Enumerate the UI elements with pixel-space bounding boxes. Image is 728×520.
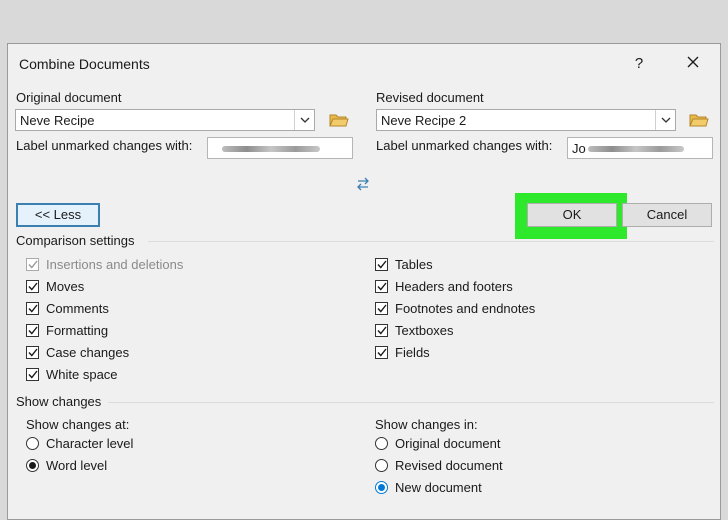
radio-label: Revised document	[395, 458, 503, 473]
checkbox-label: Tables	[395, 257, 433, 272]
checkbox-box[interactable]	[375, 346, 388, 359]
radio-button[interactable]	[375, 437, 388, 450]
checkbox-box	[26, 258, 39, 271]
checkbox-box[interactable]	[26, 368, 39, 381]
close-button[interactable]	[678, 51, 708, 77]
radio-label: Word level	[46, 458, 108, 473]
checkbox-box[interactable]	[26, 280, 39, 293]
cancel-button[interactable]: Cancel	[622, 203, 712, 227]
checkbox-box[interactable]	[375, 280, 388, 293]
checkmark-icon	[376, 282, 387, 291]
radio-new-document[interactable]: New document	[375, 480, 482, 495]
checkbox-textboxes[interactable]: Textboxes	[375, 323, 454, 338]
radio-button[interactable]	[375, 459, 388, 472]
dialog-title: Combine Documents	[19, 56, 150, 72]
checkmark-icon	[27, 326, 38, 335]
checkmark-icon	[27, 348, 38, 357]
chevron-down-icon[interactable]	[294, 110, 314, 130]
checkbox-label: Fields	[395, 345, 430, 360]
checkbox-label: Comments	[46, 301, 109, 316]
checkmark-icon	[27, 304, 38, 313]
radio-revised-document[interactable]: Revised document	[375, 458, 503, 473]
checkbox-fields[interactable]: Fields	[375, 345, 430, 360]
less-button[interactable]: << Less	[16, 203, 100, 227]
checkbox-formatting[interactable]: Formatting	[26, 323, 108, 338]
checkmark-icon	[376, 260, 387, 269]
radio-button[interactable]	[375, 481, 388, 494]
original-document-heading: Original document	[16, 90, 122, 105]
section-divider	[108, 402, 714, 403]
checkbox-label: Case changes	[46, 345, 130, 360]
original-label-caption: Label unmarked changes with:	[16, 138, 193, 153]
radio-label: Character level	[46, 436, 134, 451]
ok-button[interactable]: OK	[527, 203, 617, 227]
checkbox-box[interactable]	[375, 258, 388, 271]
checkbox-footnotes-and-endnotes[interactable]: Footnotes and endnotes	[375, 301, 535, 316]
checkbox-case-changes[interactable]: Case changes	[26, 345, 129, 360]
radio-word-level[interactable]: Word level	[26, 458, 107, 473]
checkmark-icon	[376, 326, 387, 335]
checkbox-tables[interactable]: Tables	[375, 257, 433, 272]
revised-document-select[interactable]: Neve Recipe 2	[376, 109, 676, 131]
revised-document-value: Neve Recipe 2	[381, 113, 467, 128]
checkbox-box[interactable]	[26, 324, 39, 337]
original-document-value: Neve Recipe	[20, 113, 95, 128]
checkbox-moves[interactable]: Moves	[26, 279, 84, 294]
radio-label: Original document	[395, 436, 501, 451]
checkbox-box[interactable]	[375, 324, 388, 337]
checkbox-label: Insertions and deletions	[46, 257, 184, 272]
checkmark-icon	[27, 282, 38, 291]
checkbox-label: White space	[46, 367, 118, 382]
revised-label-caption: Label unmarked changes with:	[376, 138, 553, 153]
radio-button[interactable]	[26, 459, 39, 472]
checkbox-label: Textboxes	[395, 323, 454, 338]
original-document-select[interactable]: Neve Recipe	[15, 109, 315, 131]
close-icon	[687, 56, 699, 68]
checkmark-icon	[376, 348, 387, 357]
swap-documents-icon[interactable]	[355, 177, 371, 194]
checkmark-icon	[376, 304, 387, 313]
show-changes-in-heading: Show changes in:	[375, 417, 478, 432]
revised-browse-folder-icon[interactable]	[689, 112, 709, 131]
original-browse-folder-icon[interactable]	[329, 112, 349, 131]
help-button[interactable]: ?	[624, 51, 654, 77]
checkbox-label: Footnotes and endnotes	[395, 301, 536, 316]
combine-documents-dialog: Combine Documents ? Original document Ne…	[7, 43, 721, 520]
checkbox-box[interactable]	[26, 302, 39, 315]
checkbox-headers-and-footers[interactable]: Headers and footers	[375, 279, 513, 294]
redacted-name	[588, 146, 684, 152]
revised-label-input[interactable]: Jo	[567, 137, 713, 159]
checkmark-icon	[27, 260, 38, 269]
checkbox-box[interactable]	[26, 346, 39, 359]
checkbox-insertions-and-deletions: Insertions and deletions	[26, 257, 183, 272]
radio-character-level[interactable]: Character level	[26, 436, 133, 451]
checkbox-box[interactable]	[375, 302, 388, 315]
revised-label-value-prefix: Jo	[572, 141, 586, 156]
redacted-name	[222, 146, 320, 152]
comparison-settings-heading: Comparison settings	[16, 233, 135, 248]
checkmark-icon	[27, 370, 38, 379]
checkbox-comments[interactable]: Comments	[26, 301, 109, 316]
radio-label: New document	[395, 480, 482, 495]
checkbox-label: Formatting	[46, 323, 109, 338]
checkbox-white-space[interactable]: White space	[26, 367, 118, 382]
checkbox-label: Headers and footers	[395, 279, 513, 294]
section-divider	[148, 241, 714, 242]
show-changes-at-heading: Show changes at:	[26, 417, 130, 432]
radio-original-document[interactable]: Original document	[375, 436, 501, 451]
revised-document-heading: Revised document	[376, 90, 484, 105]
chevron-down-icon[interactable]	[655, 110, 675, 130]
show-changes-heading: Show changes	[16, 394, 102, 409]
radio-button[interactable]	[26, 437, 39, 450]
checkbox-label: Moves	[46, 279, 85, 294]
original-label-input[interactable]	[207, 137, 353, 159]
